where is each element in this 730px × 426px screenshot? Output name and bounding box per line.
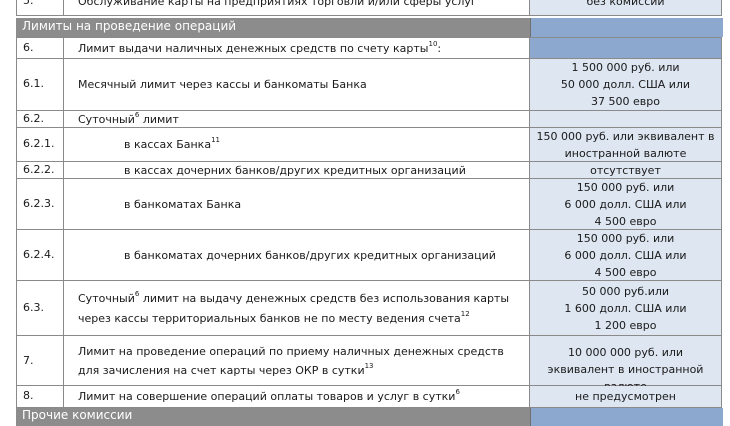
row-number: 6.3. [23, 301, 44, 314]
row-value: 50 000 руб.или 1 600 долл. США или 1 200… [530, 281, 722, 335]
row-value: 1 500 000 руб. или 50 000 долл. США или … [530, 59, 722, 110]
row-description: Суточный6 лимит [78, 111, 179, 126]
row-number: 6. [23, 41, 34, 54]
row-description: в кассах Банка11 [124, 136, 220, 151]
table-row-8: 8. Лимит на совершение операций оплаты т… [16, 386, 722, 408]
row-number: 7. [23, 354, 34, 367]
table-row-5: 5. Обслуживание карты на предприятиях то… [16, 0, 722, 16]
row-value: 150 000 руб. или эквивалент в иностранно… [530, 128, 722, 161]
row-value: не предусмотрен [530, 386, 722, 407]
row-description: в банкоматах дочерних банков/других кред… [124, 249, 496, 262]
row-value: отсутствует [530, 162, 722, 178]
row-description: Лимит на совершение операций оплаты това… [78, 388, 460, 403]
row-description: в кассах дочерних банков/других кредитны… [124, 164, 466, 177]
tariff-table: 5. Обслуживание карты на предприятиях то… [0, 0, 730, 426]
table-row-7: 7. Лимит на проведение операций по прием… [16, 336, 722, 393]
row-number: 5. [23, 0, 34, 7]
row-description: Лимит на проведение операций по приему н… [64, 336, 530, 385]
row-value: 150 000 руб. или 6 000 долл. США или 4 5… [530, 179, 722, 229]
table-row-6-2-3: 6.2.3. в банкоматах Банка 150 000 руб. и… [16, 179, 722, 230]
section-header-other-fees: Прочие комиссии [16, 408, 723, 426]
row-value: без комиссии [586, 0, 665, 8]
row-number: 6.2.4. [23, 248, 55, 261]
section-title: Лимиты на проведение операций [22, 19, 237, 33]
row-value: 10 000 000 руб. или эквивалент в иностра… [530, 336, 722, 393]
section-title: Прочие комиссии [22, 408, 133, 422]
row-description: Месячный лимит через кассы и банкоматы Б… [78, 78, 367, 91]
row-number: 6.2.1. [23, 137, 55, 150]
row-value: 150 000 руб. или 6 000 долл. США или 4 5… [530, 230, 722, 280]
table-row-6-2-4: 6.2.4. в банкоматах дочерних банков/друг… [16, 230, 722, 281]
section-header-limits: Лимиты на проведение операций [16, 18, 723, 37]
table-row-6-1: 6.1. Месячный лимит через кассы и банком… [16, 59, 722, 111]
table-row-6-3: 6.3. Суточный6 лимит на выдачу денежных … [16, 281, 722, 336]
row-description: в банкоматах Банка [124, 198, 242, 211]
row-description: Суточный6 лимит на выдачу денежных средс… [64, 281, 530, 335]
table-row-6-2: 6.2. Суточный6 лимит [16, 111, 722, 128]
row-number: 6.1. [23, 77, 44, 90]
table-row-6: 6. Лимит выдачи наличных денежных средст… [16, 37, 722, 59]
row-number: 8. [23, 389, 34, 402]
row-number: 6.2.3. [23, 197, 55, 210]
row-number: 6.2. [23, 112, 44, 125]
row-description: Обслуживание карты на предприятиях торго… [78, 0, 477, 8]
row-description: Лимит выдачи наличных денежных средств п… [78, 40, 442, 55]
table-row-6-2-2: 6.2.2. в кассах дочерних банков/других к… [16, 162, 722, 179]
table-row-6-2-1: 6.2.1. в кассах Банка11 150 000 руб. или… [16, 128, 722, 162]
row-number: 6.2.2. [23, 163, 55, 176]
